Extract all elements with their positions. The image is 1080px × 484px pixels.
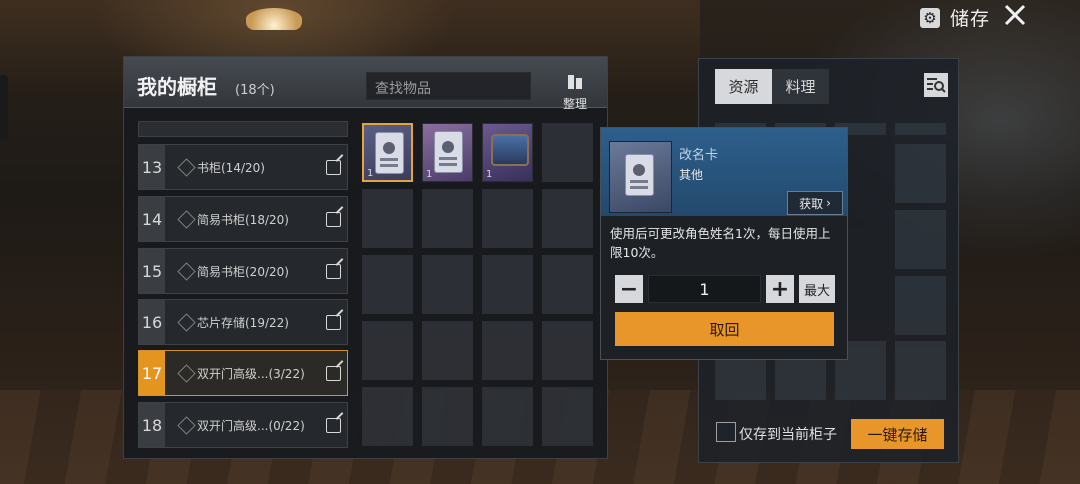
item-slot-empty[interactable] [542, 123, 593, 182]
get-label: 获取 [799, 196, 824, 211]
item-slot-empty[interactable] [362, 255, 413, 314]
edit-icon[interactable] [326, 366, 341, 381]
filter-search-icon[interactable] [924, 73, 948, 97]
item-category: 其他 [679, 168, 704, 182]
quantity-max-button[interactable]: 最大 [799, 275, 835, 303]
cabinet-label: 芯片存储(19/22) [197, 316, 289, 330]
sort-icon [568, 75, 582, 89]
get-button[interactable]: 获取 › [787, 191, 843, 215]
cabinet-label: 书柜(14/20) [197, 161, 265, 175]
item-description: 使用后可更改角色姓名1次，每日使用上限10次。 [610, 226, 831, 260]
cabinet-number: 14 [139, 197, 165, 241]
item-slot-empty[interactable] [362, 189, 413, 248]
cabinet-label: 双开门高级...(0/22) [197, 419, 305, 433]
item-slot-empty[interactable] [362, 321, 413, 380]
cabinet-header: 我的橱柜 (18个) 查找物品 整理 [124, 57, 607, 111]
side-handle[interactable] [0, 75, 8, 140]
slot-quantity: 1 [486, 169, 493, 180]
rename-card-icon [375, 132, 404, 174]
store-all-button[interactable]: 一键存储 [851, 419, 944, 449]
item-detail-popup: 改名卡 其他 获取 › 使用后可更改角色姓名1次，每日使用上限10次。 − 1 … [600, 127, 848, 360]
page-title: 储存 [949, 8, 990, 30]
edit-icon[interactable] [326, 418, 341, 433]
cabinet-list-partial-row [138, 121, 348, 137]
tab-cooking[interactable]: 料理 [772, 69, 829, 104]
cabinet-number: 17 [139, 351, 165, 395]
item-slot-empty[interactable] [482, 321, 533, 380]
item-name: 改名卡 [679, 148, 719, 163]
quantity-increase-button[interactable]: + [766, 275, 794, 303]
item-detail-header: 改名卡 其他 获取 › [601, 128, 847, 216]
resource-slot[interactable] [895, 341, 946, 400]
cabinet-item[interactable]: 14 简易书柜(18/20) [138, 196, 348, 242]
edit-icon[interactable] [326, 315, 341, 330]
background-lamp [246, 8, 302, 30]
item-slot-empty[interactable] [542, 387, 593, 446]
only-current-checkbox[interactable] [716, 422, 736, 442]
item-slot-chest[interactable]: 1 [482, 123, 533, 182]
cabinet-number: 13 [139, 145, 165, 189]
cabinet-number: 16 [139, 300, 165, 344]
item-slot-empty[interactable] [362, 387, 413, 446]
tab-resources[interactable]: 资源 [715, 69, 772, 104]
cabinet-item[interactable]: 15 简易书柜(20/20) [138, 248, 348, 294]
cabinet-type-icon [177, 364, 196, 383]
id-card-icon [434, 131, 463, 173]
cabinet-number: 15 [139, 249, 165, 293]
quantity-decrease-button[interactable]: − [615, 275, 643, 303]
cabinet-item[interactable]: 13 书柜(14/20) [138, 144, 348, 190]
cabinet-label: 简易书柜(18/20) [197, 213, 289, 227]
item-slot-empty[interactable] [542, 321, 593, 380]
item-slot-empty[interactable] [422, 387, 473, 446]
cabinet-label: 简易书柜(20/20) [197, 265, 289, 279]
quantity-input[interactable]: 1 [648, 275, 761, 303]
item-slot-card[interactable]: 1 [422, 123, 473, 182]
item-slot-empty[interactable] [482, 255, 533, 314]
cabinet-item-selected[interactable]: 17 双开门高级...(3/22) [138, 350, 348, 396]
cabinet-panel: 我的橱柜 (18个) 查找物品 整理 13 书柜(14/20) 14 简易书柜(… [123, 56, 608, 459]
resource-slot[interactable] [895, 123, 946, 135]
item-slot-empty[interactable] [422, 255, 473, 314]
sort-label: 整理 [562, 97, 587, 111]
chest-icon [491, 134, 529, 166]
resource-slot[interactable] [895, 144, 946, 203]
only-current-label: 仅存到当前柜子 [739, 427, 837, 443]
cabinet-count: (18个) [235, 83, 275, 98]
search-input[interactable]: 查找物品 [366, 72, 531, 100]
edit-icon[interactable] [326, 264, 341, 279]
cabinet-title: 我的橱柜 [137, 75, 217, 99]
edit-icon[interactable] [326, 212, 341, 227]
cabinet-number: 18 [139, 403, 165, 447]
cabinet-type-icon [177, 210, 196, 229]
top-bar: ⚙ 储存 [919, 4, 990, 31]
resource-slot[interactable] [895, 276, 946, 335]
item-slot-empty[interactable] [482, 189, 533, 248]
item-slot-empty[interactable] [422, 189, 473, 248]
cabinet-item[interactable]: 18 双开门高级...(0/22) [138, 402, 348, 448]
item-slot-empty[interactable] [422, 321, 473, 380]
item-image [609, 141, 672, 213]
slot-quantity: 1 [367, 168, 374, 179]
item-slot-empty[interactable] [542, 255, 593, 314]
sort-button[interactable]: 整理 [558, 74, 592, 111]
cabinet-item[interactable]: 16 芯片存储(19/22) [138, 299, 348, 345]
retrieve-button[interactable]: 取回 [615, 312, 834, 346]
cabinet-label: 双开门高级...(3/22) [197, 367, 305, 381]
slot-quantity: 1 [426, 169, 433, 180]
search-placeholder: 查找物品 [375, 81, 431, 97]
edit-icon[interactable] [326, 160, 341, 175]
close-icon[interactable] [1002, 2, 1028, 28]
gear-icon[interactable]: ⚙ [919, 7, 940, 28]
item-slot-empty[interactable] [482, 387, 533, 446]
cabinet-type-icon [177, 262, 196, 281]
rename-card-icon [625, 154, 654, 196]
chevron-right-icon: › [826, 196, 831, 210]
cabinet-type-icon [177, 313, 196, 332]
cabinet-type-icon [177, 158, 196, 177]
item-slot-empty[interactable] [542, 189, 593, 248]
cabinet-type-icon [177, 416, 196, 435]
resource-slot[interactable] [895, 210, 946, 269]
item-slot-rename-card[interactable]: 1 [362, 123, 413, 182]
